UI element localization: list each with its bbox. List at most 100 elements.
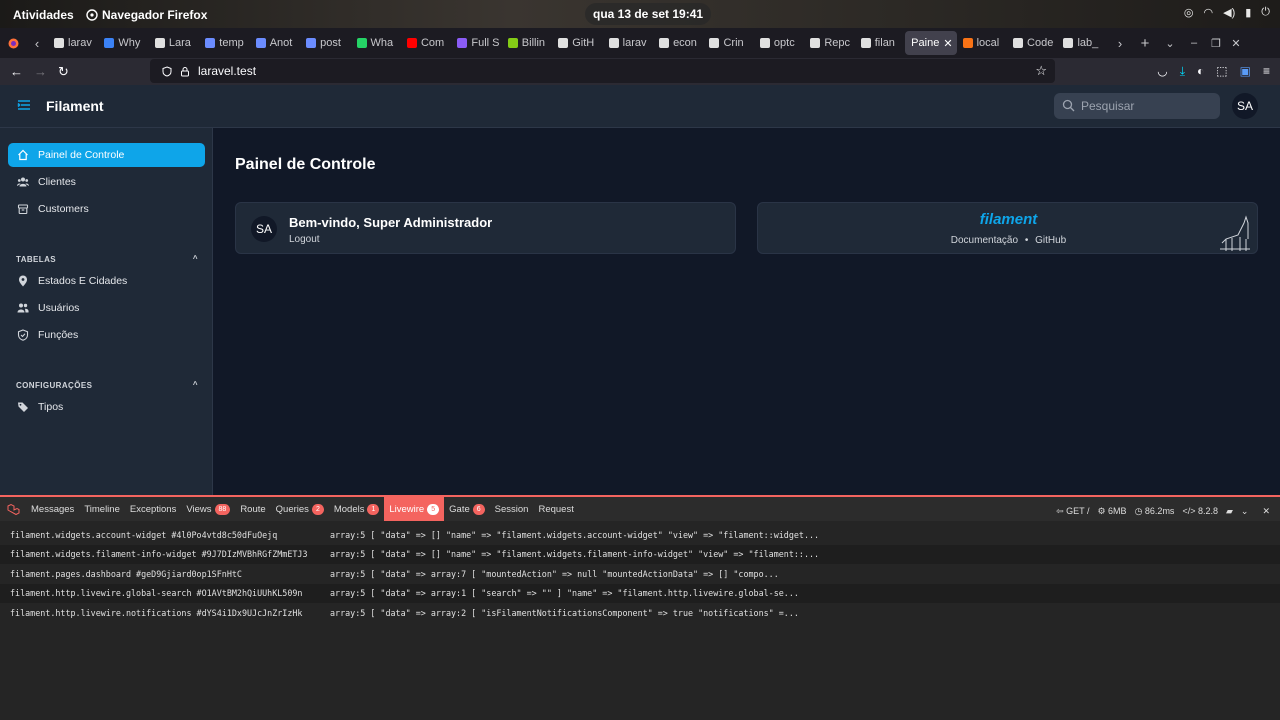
browser-tab[interactable]: Lara (149, 31, 199, 55)
new-tab-button[interactable]: + (1132, 35, 1158, 52)
component-dump[interactable]: array:5 [ "data" => array:2 [ "isFilamen… (330, 608, 799, 618)
chevron-up-icon[interactable]: ^ (193, 254, 198, 263)
browser-tab[interactable]: Why (98, 31, 148, 55)
user-avatar[interactable]: SA (1232, 93, 1258, 119)
livewire-component-row[interactable]: filament.pages.dashboard #geD9Gjiard0op1… (0, 564, 1280, 584)
tab-favicon-icon (1013, 38, 1024, 48)
laravel-logo-icon[interactable] (0, 503, 26, 516)
chevron-down-icon[interactable]: ⌄ (1241, 506, 1249, 517)
clock[interactable]: qua 13 de set 19:41 (585, 3, 712, 25)
sidebar-item-funcoes[interactable]: Funções (8, 323, 205, 347)
tab-favicon-icon (507, 38, 518, 48)
accessibility-icon[interactable]: ◎ (1184, 6, 1194, 19)
chevron-up-icon[interactable]: ^ (193, 380, 198, 389)
window-close-icon[interactable]: ✕ (1226, 37, 1246, 50)
sidebar-item-usuarios[interactable]: Usuários (8, 296, 205, 320)
menu-icon[interactable]: ≡ (1263, 64, 1270, 79)
mask-icon[interactable]: ◐ (1197, 64, 1204, 79)
request-method[interactable]: ⇦ GET / (1056, 506, 1089, 517)
debugbar-tab-request[interactable]: Request (533, 497, 578, 521)
sidebar-group-configuracoes[interactable]: CONFIGURAÇÕES ^ (16, 380, 198, 390)
component-dump[interactable]: array:5 [ "data" => [] "name" => "filame… (330, 549, 819, 559)
component-dump[interactable]: array:5 [ "data" => array:7 [ "mountedAc… (330, 569, 779, 579)
tab-favicon-icon (810, 38, 821, 48)
tab-strip: larav Why Lara temp Anot post Wha Com Full S Bill… (48, 31, 1108, 55)
livewire-component-row[interactable]: filament.widgets.filament-info-widget #9… (0, 544, 1280, 564)
browser-tab[interactable]: Wha (351, 31, 401, 55)
extensions-icon[interactable]: ⬚ (1216, 64, 1227, 79)
browser-tab[interactable]: temp (199, 31, 249, 55)
debugbar-tab-gate[interactable]: Gate 6 (444, 497, 490, 521)
browser-tab[interactable]: GitH (552, 31, 602, 55)
close-tab-icon[interactable]: ✕ (943, 37, 952, 50)
sidebar-item-tipos[interactable]: Tipos (8, 395, 205, 419)
component-name: filament.widgets.filament-info-widget #9… (10, 549, 308, 560)
browser-tab[interactable]: Code (1007, 31, 1057, 55)
component-dump[interactable]: array:5 [ "data" => [] "name" => "filame… (330, 530, 819, 540)
sidebar-item-painel[interactable]: Painel de Controle (8, 143, 205, 167)
browser-tab[interactable]: larav (603, 31, 653, 55)
pocket-icon[interactable]: ◡ (1157, 64, 1167, 79)
browser-tab[interactable]: Repc (804, 31, 854, 55)
debugbar-tab-timeline[interactable]: Timeline (79, 497, 125, 521)
docs-link[interactable]: Documentação (951, 235, 1018, 246)
time-text: 86.2ms (1144, 505, 1175, 516)
translate-icon[interactable]: ▣ (1240, 64, 1251, 79)
component-dump[interactable]: array:5 [ "data" => array:1 [ "search" =… (330, 588, 799, 598)
browser-tab[interactable]: Anot (250, 31, 300, 55)
tabs-scroll-right-icon[interactable]: › (1108, 36, 1132, 51)
tabs-scroll-left-icon[interactable]: ‹ (26, 36, 48, 51)
browser-tab[interactable]: optc (754, 31, 804, 55)
debugbar-tab-queries[interactable]: Queries 2 (271, 497, 329, 521)
maximize-icon[interactable]: ❐ (1206, 37, 1226, 50)
collapse-sidebar-icon[interactable] (17, 99, 31, 111)
livewire-component-row[interactable]: filament.http.livewire.global-search #O1… (0, 583, 1280, 603)
app-menu[interactable]: Navegador Firefox (86, 8, 207, 22)
logout-link[interactable]: Logout (289, 234, 320, 245)
minimize-icon[interactable]: – (1182, 37, 1206, 49)
download-icon[interactable]: ⤓ (1180, 64, 1185, 79)
archive-icon (17, 204, 29, 215)
debugbar-tab-route[interactable]: Route (235, 497, 270, 521)
forward-icon[interactable]: → (34, 64, 47, 79)
browser-tab[interactable]: post (300, 31, 350, 55)
browser-tab[interactable]: larav (48, 31, 98, 55)
global-search-input[interactable]: Pesquisar (1054, 93, 1220, 119)
info-links: Documentação • GitHub (758, 235, 1259, 246)
firefox-view-icon[interactable] (0, 38, 26, 49)
folder-icon[interactable]: ▰ (1226, 506, 1233, 517)
github-link[interactable]: GitHub (1035, 235, 1066, 246)
livewire-component-row[interactable]: filament.widgets.account-widget #4l0Po4v… (0, 525, 1280, 545)
brand-name[interactable]: Filament (46, 98, 104, 114)
browser-tab[interactable]: filan (855, 31, 905, 55)
url-bar[interactable]: laravel.test ☆ (150, 59, 1055, 83)
browser-tab[interactable]: Com (401, 31, 451, 55)
sidebar-item-label: Estados E Cidades (38, 275, 128, 287)
debugbar-tab-livewire[interactable]: Livewire 5 (384, 497, 445, 521)
browser-tab[interactable]: Crin (703, 31, 753, 55)
sidebar-group-tabelas[interactable]: TABELAS ^ (16, 254, 198, 264)
reload-icon[interactable]: ↻ (58, 64, 69, 80)
activities-button[interactable]: Atividades (13, 8, 74, 22)
back-icon[interactable]: ← (10, 64, 23, 79)
browser-tab[interactable]: Billin (502, 31, 552, 55)
sidebar-item-customers[interactable]: Customers (8, 197, 205, 221)
browser-tab[interactable]: econ (653, 31, 703, 55)
livewire-component-row[interactable]: filament.http.livewire.notifications #dY… (0, 603, 1280, 623)
debugbar-tab-views[interactable]: Views 88 (181, 497, 235, 521)
sidebar-item-estados[interactable]: Estados E Cidades (8, 269, 205, 293)
tab-favicon-icon (457, 38, 468, 48)
browser-tab[interactable]: local (957, 31, 1007, 55)
bookmark-star-icon[interactable]: ☆ (1035, 63, 1047, 79)
browser-tab[interactable]: Paine ✕ (905, 31, 957, 55)
close-debugbar-icon[interactable]: ✕ (1262, 506, 1270, 517)
sidebar-item-clientes[interactable]: Clientes (8, 170, 205, 194)
debugbar-tab-session[interactable]: Session (490, 497, 534, 521)
browser-tab[interactable]: Full S (451, 31, 501, 55)
tab-list-icon[interactable]: ⌄ (1158, 37, 1182, 50)
debugbar-tab-messages[interactable]: Messages (26, 497, 79, 521)
system-tray[interactable]: ◎ ◠ ◀) ▮ ⏻ (1184, 6, 1270, 19)
debugbar-tab-models[interactable]: Models 1 (329, 497, 385, 521)
debugbar-tab-exceptions[interactable]: Exceptions (125, 497, 181, 521)
browser-tab[interactable]: lab_ (1057, 31, 1107, 55)
